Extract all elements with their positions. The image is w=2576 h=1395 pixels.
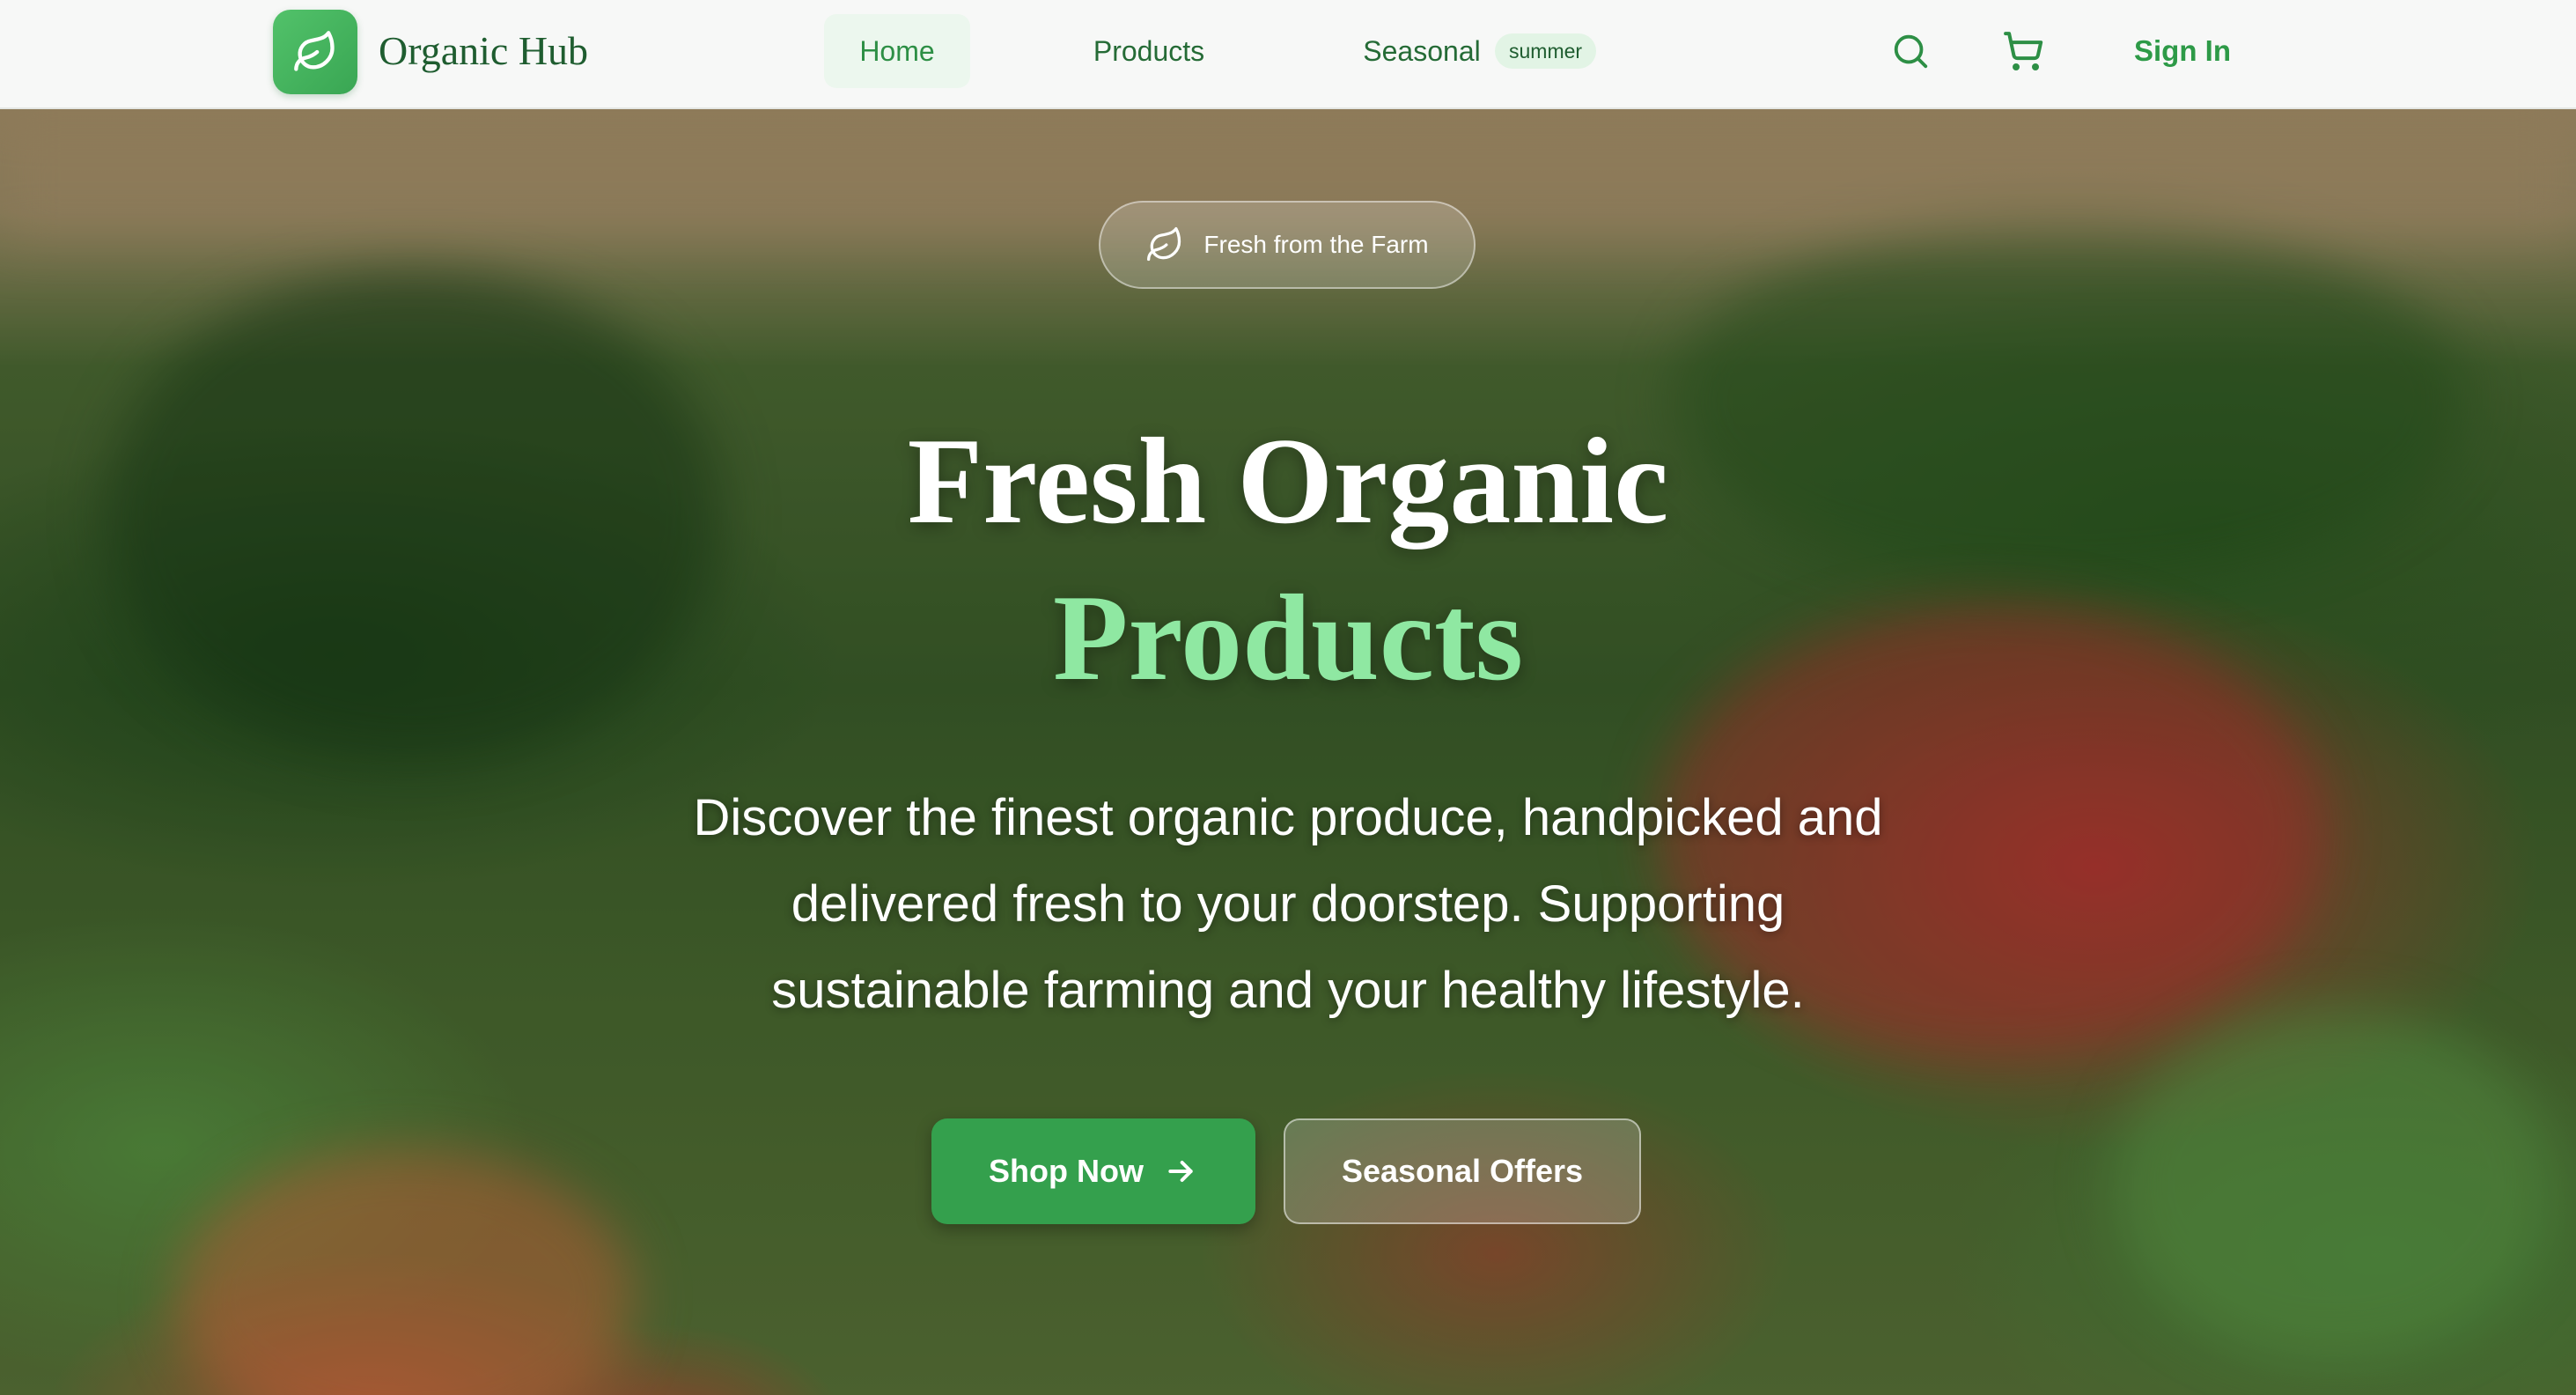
cart-icon [2004,32,2043,70]
shop-now-label: Shop Now [989,1153,1144,1189]
season-badge: summer [1495,33,1597,69]
search-button[interactable] [1882,23,1939,79]
leaf-icon [294,31,335,71]
hero-headline-line-2: Products [1052,570,1524,706]
nav-link-products[interactable]: Products [1074,14,1224,88]
nav-link-home[interactable]: Home [824,14,970,88]
arrow-right-icon [1168,1161,1193,1182]
shop-now-button[interactable]: Shop Now [931,1118,1255,1224]
search-icon [1894,34,1928,69]
cart-button[interactable] [1995,23,2051,79]
subtitle-line: delivered fresh to your doorstep. Suppor… [791,875,1785,933]
brand-name[interactable]: Organic Hub [379,23,588,79]
tag-label: Fresh from the Farm [1203,231,1429,258]
hero-headline-line-1: Fresh Organic [907,413,1669,550]
fresh-tag-pill: Fresh from the Farm [1099,201,1476,289]
hero-subtitle: Discover the finest organic produce, han… [625,775,1951,1034]
leaf-icon [1147,227,1181,262]
seasonal-offers-button[interactable]: Seasonal Offers [1284,1118,1641,1224]
sign-in-button[interactable]: Sign In [2122,23,2243,79]
nav-link-seasonal[interactable]: Seasonal [1356,14,1488,88]
subtitle-line: Discover the finest organic produce, han… [693,789,1883,846]
top-nav: Organic Hub Home Products Seasonal summe… [0,0,2576,109]
subtitle-line: sustainable farming and your healthy lif… [771,962,1805,1019]
logo[interactable] [273,10,357,94]
seasonal-offers-label: Seasonal Offers [1341,1153,1584,1189]
